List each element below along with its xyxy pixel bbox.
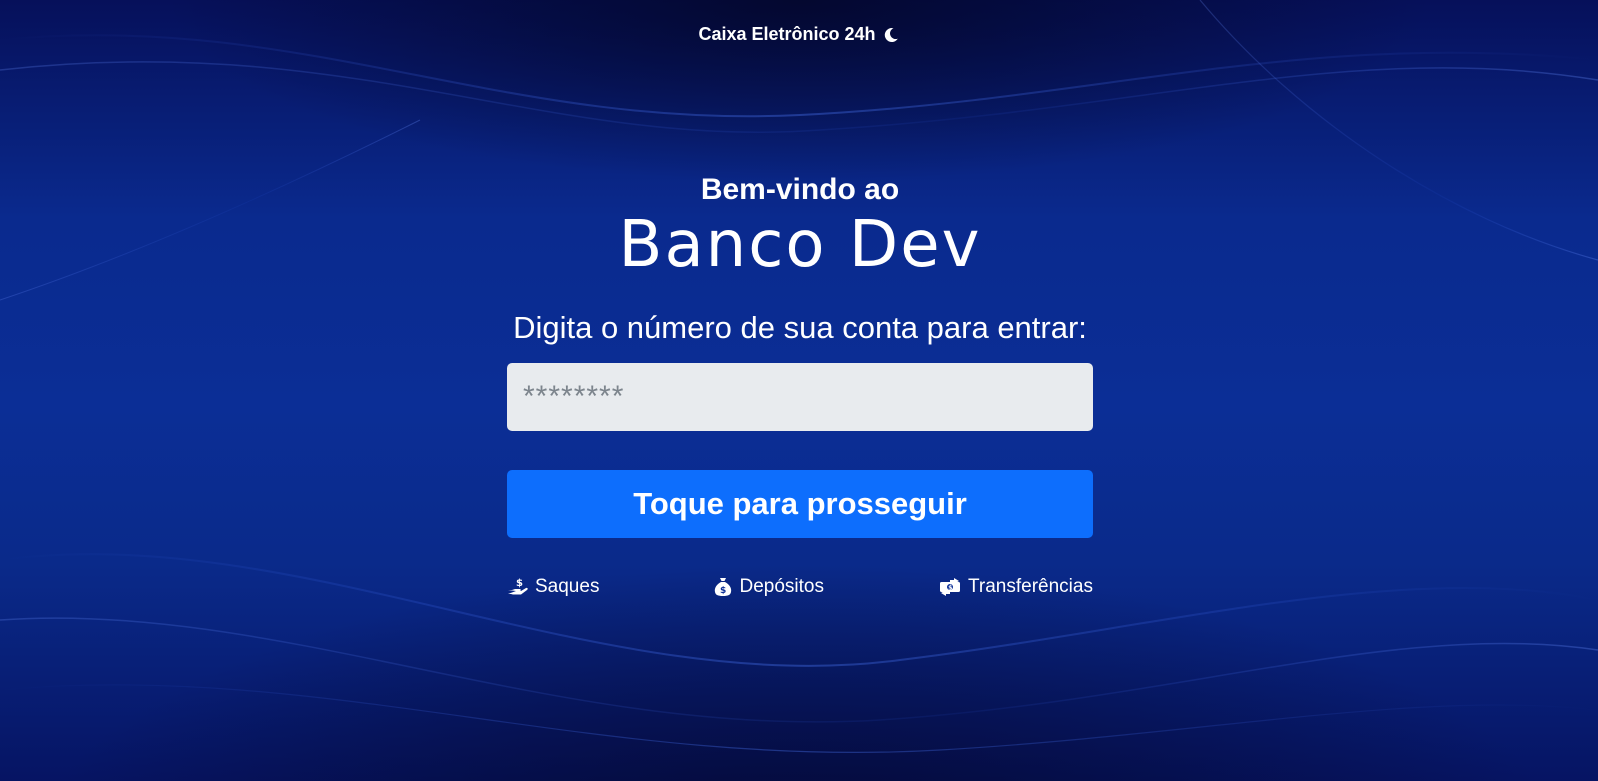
service-label: Transferências [968,576,1093,597]
svg-text:$: $ [720,586,726,596]
service-label: Saques [535,576,600,597]
app-title: Caixa Eletrônico 24h [698,24,876,44]
hand-holding-dollar-icon: $ [507,577,529,597]
service-label: Depósitos [739,576,824,597]
app-header: Caixa Eletrônico 24h [0,24,1598,45]
services-nav: $ Saques $ Depósitos $ Transferências [507,576,1093,598]
service-link-saques[interactable]: $ Saques [507,576,599,598]
svg-text:$: $ [948,585,952,592]
login-panel: Bem-vindo ao Banco Dev Digita o número d… [507,172,1093,598]
money-transfer-icon: $ [938,577,962,597]
service-link-transferencias[interactable]: $ Transferências [938,576,1093,598]
money-bag-icon: $ [713,577,733,597]
proceed-button[interactable]: Toque para prosseguir [507,470,1093,538]
account-number-input[interactable] [507,363,1093,431]
account-prompt: Digita o número de sua conta para entrar… [513,310,1087,345]
bank-name: Banco Dev [618,208,982,282]
service-link-depositos[interactable]: $ Depósitos [713,576,824,598]
moon-icon[interactable] [882,26,900,44]
svg-text:$: $ [516,578,523,589]
welcome-text: Bem-vindo ao [700,173,900,206]
